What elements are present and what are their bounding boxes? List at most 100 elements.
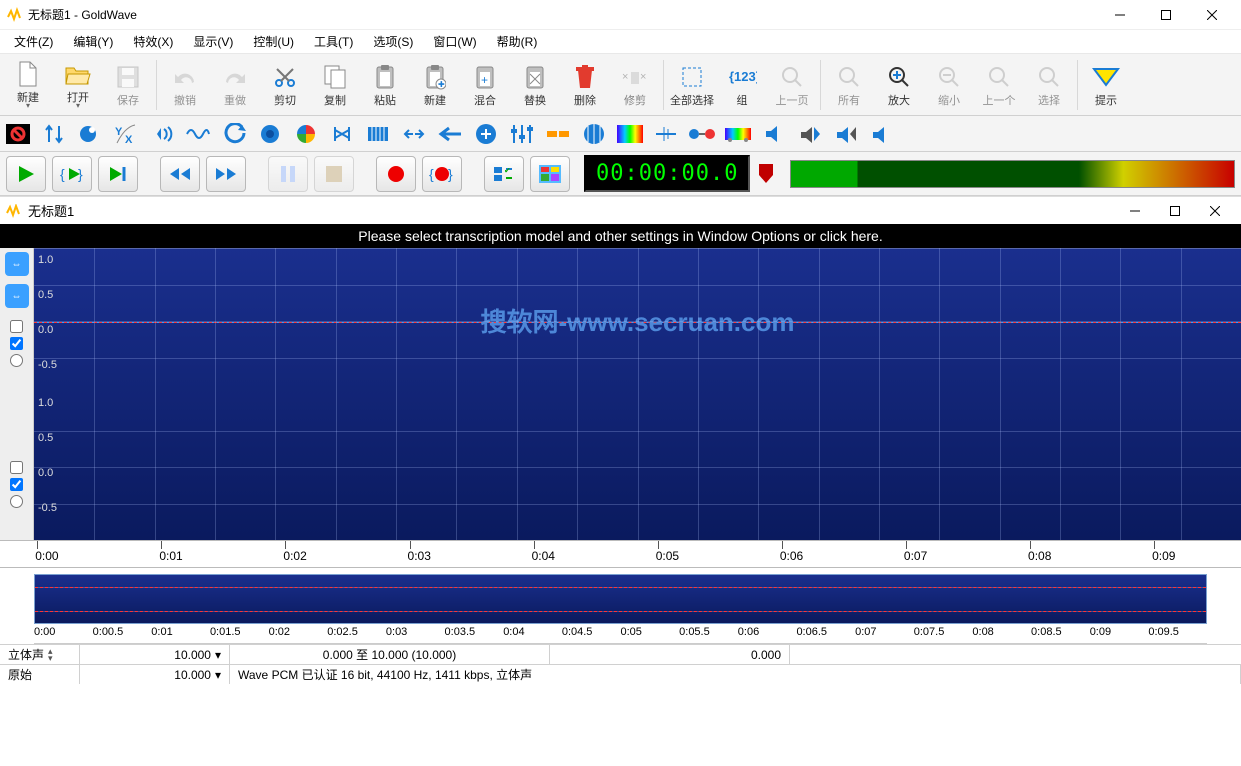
right-mute-checkbox[interactable]: [4, 461, 29, 474]
menu-effect[interactable]: 特效(X): [123, 31, 183, 52]
mix-button[interactable]: +混合: [461, 56, 509, 114]
fx-flanger-icon[interactable]: [256, 120, 284, 148]
fx-fade-out-icon[interactable]: [832, 120, 860, 148]
prev-page-button[interactable]: 上一页: [768, 56, 816, 114]
save-button[interactable]: 保存: [104, 56, 152, 114]
delete-button[interactable]: 删除: [561, 56, 609, 114]
fx-interpolate-icon[interactable]: [328, 120, 356, 148]
stop-button[interactable]: [314, 156, 354, 192]
new-button[interactable]: 新建▾: [4, 56, 52, 114]
dropdown-icon[interactable]: ▾: [215, 668, 221, 682]
overview-canvas[interactable]: [34, 574, 1207, 624]
overview-label: 0:07: [855, 626, 876, 638]
trim-icon: ××: [620, 62, 650, 92]
paste-new-button[interactable]: ✚新建: [411, 56, 459, 114]
left-mute-checkbox[interactable]: [4, 320, 29, 333]
menu-help[interactable]: 帮助(R): [487, 31, 548, 52]
doc-minimize-button[interactable]: [1115, 198, 1155, 224]
fx-reverb-icon[interactable]: [580, 120, 608, 148]
fx-mechanize-icon[interactable]: [364, 120, 392, 148]
maximize-button[interactable]: [1143, 0, 1189, 30]
visual-button[interactable]: [530, 156, 570, 192]
menu-edit[interactable]: 编辑(Y): [63, 31, 123, 52]
overview-label: 0:02.5: [327, 626, 358, 638]
expand-icon[interactable]: ⇔: [5, 252, 29, 276]
fx-pinwheel-icon[interactable]: [292, 120, 320, 148]
fx-swap-icon[interactable]: [40, 120, 68, 148]
fx-arrow-left-icon[interactable]: [436, 120, 464, 148]
undo-button[interactable]: 撤销: [161, 56, 209, 114]
zoom-all-icon: [834, 62, 864, 92]
play-selection-button[interactable]: {}: [52, 156, 92, 192]
fx-compressor-icon[interactable]: [184, 120, 212, 148]
spinner-icon[interactable]: ▴▾: [48, 648, 53, 662]
menu-file[interactable]: 文件(Z): [4, 31, 63, 52]
fx-silence-icon[interactable]: [652, 120, 680, 148]
menu-view[interactable]: 显示(V): [183, 31, 243, 52]
fx-pitch-icon[interactable]: [472, 120, 500, 148]
fx-fade-in-icon[interactable]: [796, 120, 824, 148]
play-from-button[interactable]: [98, 156, 138, 192]
left-solo-radio[interactable]: [4, 354, 29, 367]
open-button[interactable]: 打开▾: [54, 56, 102, 114]
expand-icon[interactable]: ⇔: [5, 284, 29, 308]
doc-title: 无标题1: [28, 201, 1115, 220]
select-all-button[interactable]: 全部选择: [668, 56, 716, 114]
fx-spectrum-icon[interactable]: [616, 120, 644, 148]
amp-label: 0.0: [38, 324, 53, 336]
amp-label: 0.5: [38, 289, 53, 301]
close-button[interactable]: [1189, 0, 1235, 30]
copy-button[interactable]: 复制: [311, 56, 359, 114]
zoom-all-button[interactable]: 所有: [825, 56, 873, 114]
record-selection-button[interactable]: {}: [422, 156, 462, 192]
redo-button[interactable]: 重做: [211, 56, 259, 114]
fx-equalizer-icon[interactable]: [508, 120, 536, 148]
fx-doppler-icon[interactable]: [76, 120, 104, 148]
hint-button[interactable]: 提示: [1082, 56, 1130, 114]
dropdown-icon[interactable]: ▾: [215, 648, 221, 662]
menu-options[interactable]: 选项(S): [363, 31, 423, 52]
doc-maximize-button[interactable]: [1155, 198, 1195, 224]
right-enable-checkbox[interactable]: [4, 478, 29, 491]
properties-button[interactable]: ✔: [484, 156, 524, 192]
left-enable-checkbox[interactable]: [4, 337, 29, 350]
record-button[interactable]: [376, 156, 416, 192]
doc-close-button[interactable]: [1195, 198, 1235, 224]
time-ruler[interactable]: 0:000:010:020:030:040:050:060:070:080:09: [0, 540, 1241, 568]
fx-mute-icon[interactable]: [868, 120, 896, 148]
forward-button[interactable]: [206, 156, 246, 192]
prev-button[interactable]: 上一个: [975, 56, 1023, 114]
fx-noise-gate-icon[interactable]: [544, 120, 572, 148]
trim-button[interactable]: ××修剪: [611, 56, 659, 114]
zoom-in-button[interactable]: 放大: [875, 56, 923, 114]
fx-stereo-icon[interactable]: [688, 120, 716, 148]
group-button[interactable]: {123}组: [718, 56, 766, 114]
rewind-button[interactable]: [160, 156, 200, 192]
pause-button[interactable]: [268, 156, 308, 192]
time-display: 00:00:00.0: [584, 155, 750, 192]
overview-ruler[interactable]: 0:000:00.50:010:01.50:020:02.50:030:03.5…: [34, 624, 1207, 644]
right-solo-radio[interactable]: [4, 495, 29, 508]
transcription-banner[interactable]: Please select transcription model and ot…: [0, 224, 1241, 248]
fx-echo-icon[interactable]: [148, 120, 176, 148]
play-button[interactable]: [6, 156, 46, 192]
cut-button[interactable]: 剪切: [261, 56, 309, 114]
fx-censor-icon[interactable]: [4, 120, 32, 148]
zoom-out-button[interactable]: 缩小: [925, 56, 973, 114]
fx-spectrum2-icon[interactable]: [724, 120, 752, 148]
ruler-label: 0:01: [159, 549, 182, 563]
fx-offset-icon[interactable]: [400, 120, 428, 148]
waveform-canvas[interactable]: 搜软网-www.secruan.com 1.00.50.0-0.51.00.50…: [34, 248, 1241, 540]
paste-button[interactable]: 粘贴: [361, 56, 409, 114]
minimize-button[interactable]: [1097, 0, 1143, 30]
fx-dynamics-icon[interactable]: YX: [112, 120, 140, 148]
amp-label: -0.5: [38, 359, 57, 371]
fx-reverse-icon[interactable]: [220, 120, 248, 148]
fx-volume-icon[interactable]: [760, 120, 788, 148]
menu-window[interactable]: 窗口(W): [423, 31, 486, 52]
amp-label: 0.5: [38, 432, 53, 444]
replace-button[interactable]: 替换: [511, 56, 559, 114]
zoom-sel-button[interactable]: 选择: [1025, 56, 1073, 114]
menu-tool[interactable]: 工具(T): [304, 31, 363, 52]
menu-control[interactable]: 控制(U): [243, 31, 304, 52]
